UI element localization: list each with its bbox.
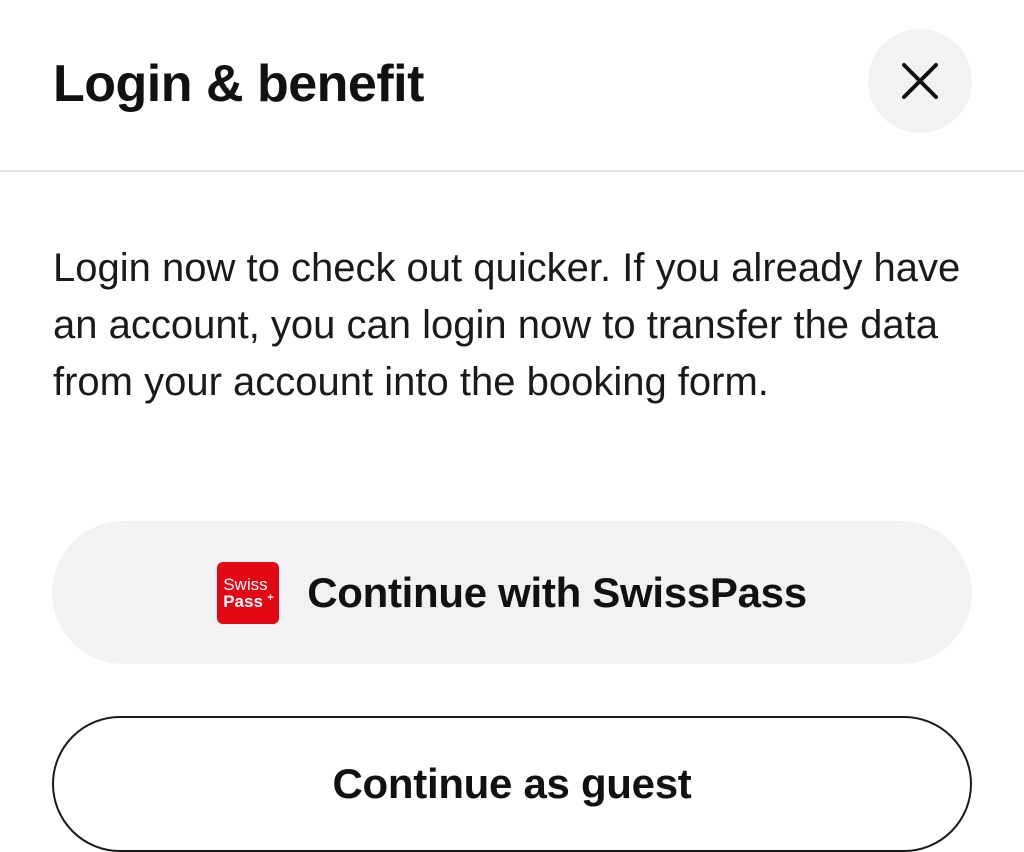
swisspass-logo-plus: +: [267, 591, 274, 604]
swisspass-button-label: Continue with SwissPass: [307, 568, 807, 616]
swisspass-logo-icon: Swiss Pass +: [217, 561, 280, 624]
dialog-header: Login & benefit: [0, 0, 1024, 172]
close-icon: [900, 61, 940, 101]
continue-with-swisspass-button[interactable]: Swiss Pass + Continue with SwissPass: [52, 521, 972, 664]
close-button[interactable]: [868, 29, 972, 133]
swisspass-logo-line1: Swiss: [223, 574, 268, 594]
login-dialog: Login & benefit Login now to check out q…: [0, 0, 1024, 852]
swisspass-logo-line2: Pass: [223, 591, 263, 611]
guest-button-label: Continue as guest: [332, 760, 692, 807]
dialog-title: Login & benefit: [53, 55, 424, 113]
dialog-message: Login now to check out quicker. If you a…: [53, 246, 961, 404]
continue-as-guest-button[interactable]: Continue as guest: [52, 716, 972, 852]
